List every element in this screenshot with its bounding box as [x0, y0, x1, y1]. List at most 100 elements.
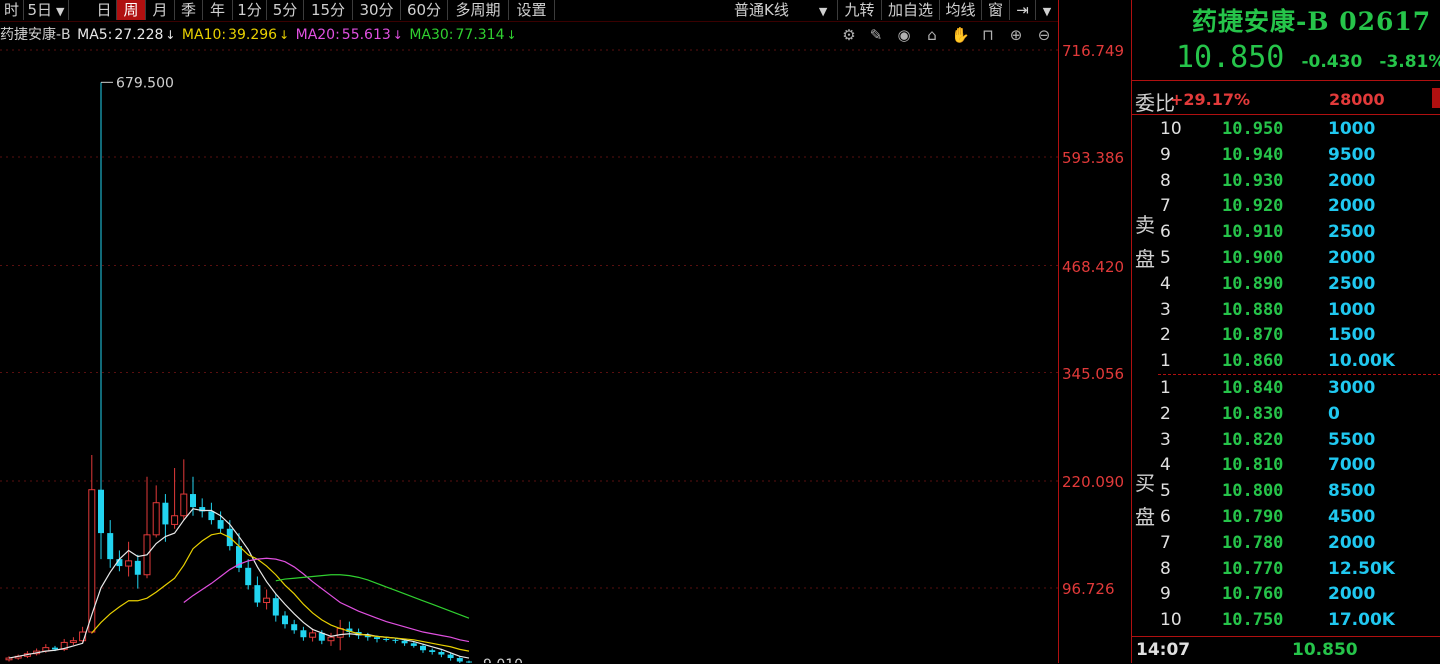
- add-watchlist-button[interactable]: 加自选: [882, 0, 940, 20]
- order-price: 10.810: [1222, 455, 1284, 476]
- axis-label: 96.726: [1062, 580, 1115, 598]
- sell-row[interactable]: 7 10.920 2000: [1158, 193, 1440, 219]
- buy-row[interactable]: 7 10.780 2000: [1158, 530, 1440, 556]
- order-volume: 0: [1328, 403, 1340, 424]
- hand-icon[interactable]: ✋: [951, 26, 970, 44]
- order-price: 10.870: [1222, 325, 1284, 346]
- buy-row[interactable]: 10 10.750 17.00K: [1158, 607, 1440, 633]
- axis-label: 716.749: [1062, 42, 1125, 60]
- candle-body: [180, 493, 188, 517]
- sell-row[interactable]: 6 10.910 2500: [1158, 219, 1440, 245]
- sell-row[interactable]: 8 10.930 2000: [1158, 168, 1440, 194]
- settings-icon[interactable]: ⚙: [840, 26, 858, 44]
- candle-body: [134, 560, 141, 575]
- level-label: 2: [1160, 403, 1171, 424]
- candle-body: [300, 630, 307, 638]
- brush-icon[interactable]: ✎: [867, 26, 885, 44]
- candle-body: [254, 585, 261, 603]
- order-price: 10.830: [1222, 403, 1284, 424]
- axis-label: 468.420: [1062, 258, 1125, 276]
- axis-label: 593.386: [1062, 149, 1125, 167]
- sell-row[interactable]: 1 10.860 10.00K: [1158, 348, 1440, 374]
- lock-icon[interactable]: ⊓: [979, 26, 997, 44]
- candle-body: [291, 624, 298, 631]
- period-tab-time[interactable]: 时: [0, 0, 24, 20]
- candle-body: [152, 502, 160, 536]
- candle-body: [245, 567, 252, 586]
- sell-side-text: 卖盘: [1135, 213, 1155, 271]
- settings-button[interactable]: 设置: [509, 0, 555, 20]
- eye-icon[interactable]: ◉: [895, 26, 913, 44]
- weibi-label: 委比: [1135, 91, 1175, 115]
- period-tab-60min[interactable]: 60分: [401, 0, 448, 20]
- ma-line-button[interactable]: 均线: [940, 0, 982, 20]
- candle-body: [374, 637, 380, 639]
- sell-row[interactable]: 4 10.890 2500: [1158, 271, 1440, 297]
- buy-row[interactable]: 2 10.830 0: [1158, 401, 1440, 427]
- order-price: 10.950: [1222, 119, 1284, 139]
- buy-row[interactable]: 5 10.800 8500: [1158, 478, 1440, 504]
- tick-time: 14:07: [1136, 640, 1191, 660]
- expand-button[interactable]: [1432, 88, 1440, 108]
- buy-row[interactable]: 6 10.790 4500: [1158, 504, 1440, 530]
- nine-turn-button[interactable]: 九转: [838, 0, 882, 20]
- chevron-down-icon[interactable]: ▼: [1036, 0, 1058, 20]
- period-tab-5day[interactable]: 5日 ▼: [24, 0, 69, 20]
- candle-body: [60, 641, 68, 650]
- kline-chart[interactable]: 679.500 9.010: [0, 0, 1058, 663]
- candle-body: [23, 653, 31, 657]
- buy-row[interactable]: 1 10.840 3000: [1158, 375, 1440, 401]
- period-tab-week[interactable]: 周: [117, 0, 146, 20]
- candle-body: [42, 647, 50, 652]
- collapse-panel-icon[interactable]: ⇥: [1010, 0, 1036, 20]
- window-button[interactable]: 窗: [982, 0, 1010, 20]
- buy-row[interactable]: 3 10.820 5500: [1158, 427, 1440, 453]
- period-tab-1min[interactable]: 1分: [233, 0, 267, 20]
- period-tab-multi[interactable]: 多周期: [448, 0, 509, 20]
- down-arrow-icon: ↓: [506, 28, 517, 42]
- sell-row[interactable]: 10 10.950 1000: [1158, 116, 1440, 142]
- candle-body: [263, 597, 271, 604]
- period-tab-30min[interactable]: 30分: [353, 0, 401, 20]
- order-volume: 8500: [1328, 481, 1376, 502]
- level-label: 8: [1160, 558, 1171, 579]
- period-tab-month[interactable]: 月: [146, 0, 175, 20]
- candle-body: [318, 632, 325, 641]
- order-price: 10.940: [1222, 144, 1284, 165]
- sell-row[interactable]: 5 10.900 2000: [1158, 245, 1440, 271]
- chevron-down-icon: ▼: [818, 5, 828, 18]
- period-tab-15min[interactable]: 15分: [304, 0, 353, 20]
- period-tab-quarter[interactable]: 季: [175, 0, 203, 20]
- period-tab-5min[interactable]: 5分: [267, 0, 304, 20]
- kline-type-select[interactable]: 普通K线 ▼: [690, 0, 838, 20]
- level-label: 10: [1160, 119, 1182, 139]
- candle-body: [236, 546, 242, 568]
- order-volume: 1000: [1328, 119, 1376, 139]
- level-label: 4: [1160, 455, 1171, 476]
- sell-row[interactable]: 9 10.940 9500: [1158, 142, 1440, 168]
- buy-row[interactable]: 4 10.810 7000: [1158, 452, 1440, 478]
- buy-row[interactable]: 8 10.770 12.50K: [1158, 556, 1440, 582]
- period-tab-day[interactable]: 日: [92, 0, 117, 20]
- basket-icon[interactable]: ⌂: [923, 26, 941, 44]
- sell-row[interactable]: 2 10.870 1500: [1158, 322, 1440, 348]
- candle-body: [52, 647, 58, 650]
- zoom-in-icon[interactable]: ⊕: [1007, 26, 1025, 44]
- order-price: 10.820: [1222, 429, 1284, 450]
- buy-side-text: 买盘: [1135, 471, 1155, 529]
- candle-body: [383, 638, 390, 640]
- order-volume: 12.50K: [1328, 558, 1395, 579]
- level-label: 1: [1160, 351, 1171, 372]
- zoom-out-icon[interactable]: ⊖: [1035, 26, 1053, 44]
- price-row: 10.850 -0.430 -3.81%: [1176, 40, 1440, 76]
- buy-row[interactable]: 9 10.760 2000: [1158, 581, 1440, 607]
- level-label: 5: [1160, 248, 1171, 268]
- candle-body: [355, 632, 362, 636]
- ma20-value: 55.613: [341, 27, 391, 43]
- candle-body: [401, 640, 408, 644]
- period-tab-year[interactable]: 年: [203, 0, 233, 20]
- sell-row[interactable]: 3 10.880 1000: [1158, 297, 1440, 323]
- level-label: 7: [1160, 532, 1171, 553]
- candle-body: [162, 502, 169, 525]
- order-price: 10.860: [1222, 351, 1284, 372]
